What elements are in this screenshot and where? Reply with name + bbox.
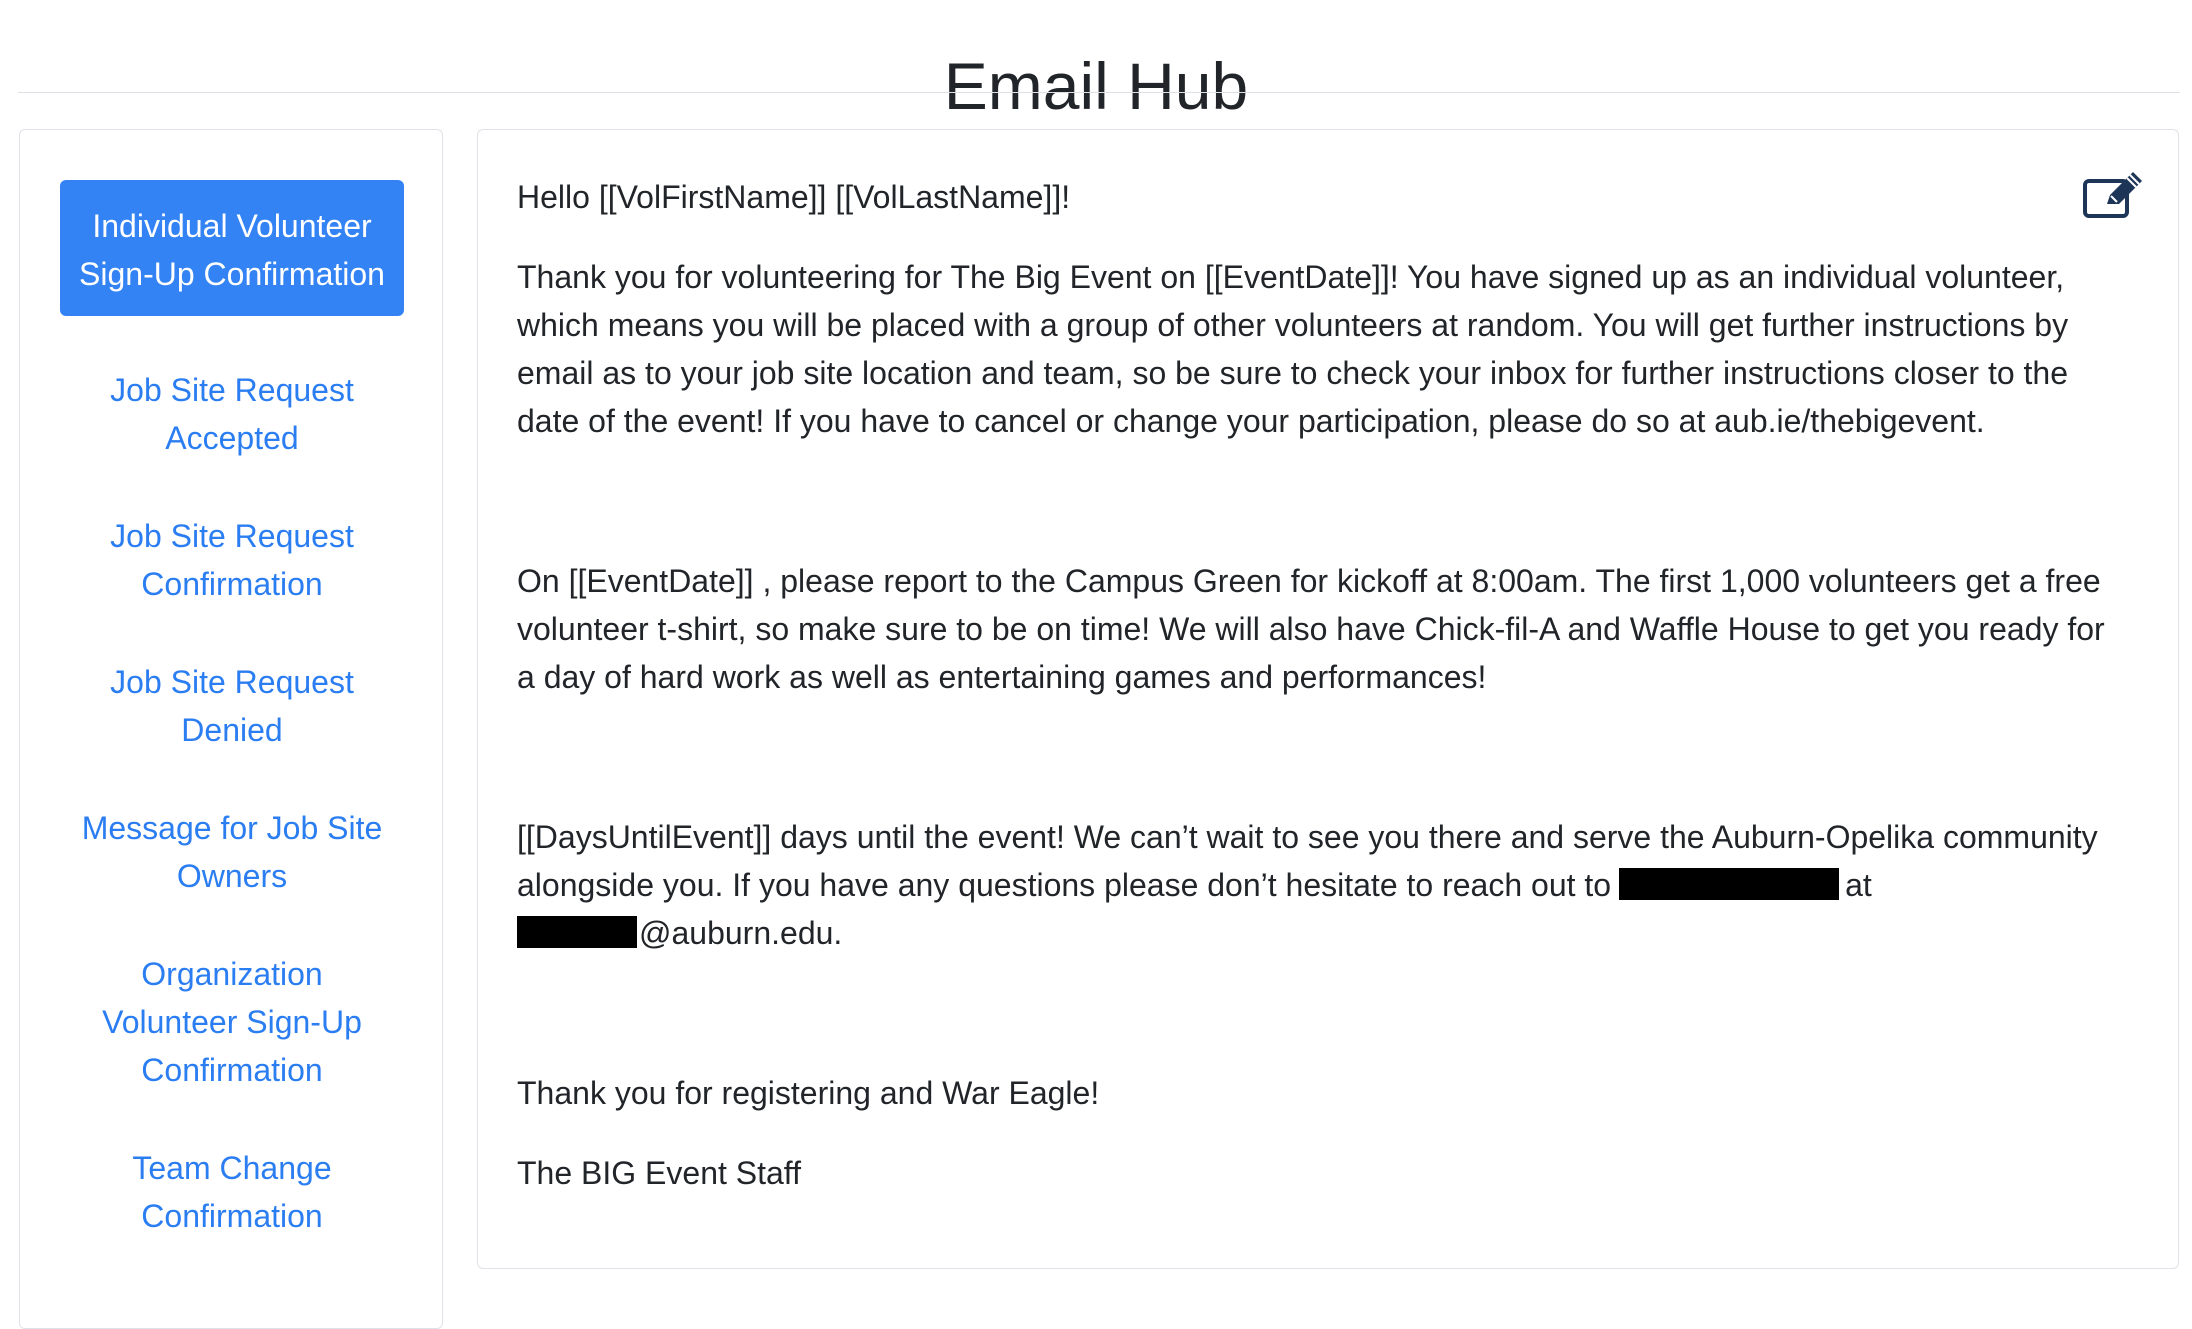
title-divider [18,92,2180,93]
page-title: Email Hub [943,49,1249,124]
email-signature: The BIG Event Staff [517,1155,801,1191]
email-thanks: Thank you for registering and War Eagle! [517,1075,1100,1111]
redacted-email-local-part [517,916,637,948]
template-sidebar: Individual Volunteer Sign-Up Confirmatio… [19,129,443,1329]
email-greeting: Hello [[VolFirstName]] [[VolLastName]]! [517,179,1071,215]
template-job-site-request-accepted[interactable]: Job Site Request Accepted [60,366,404,462]
email-preview-panel: Hello [[VolFirstName]] [[VolLastName]]! … [477,129,2179,1269]
redacted-name [1619,868,1840,900]
template-list: Individual Volunteer Sign-Up Confirmatio… [60,180,404,1290]
template-individual-volunteer-sign-up-confirmation[interactable]: Individual Volunteer Sign-Up Confirmatio… [60,180,404,316]
email-domain: @auburn.edu. [639,915,843,951]
template-organization-volunteer-sign-up-confirmation[interactable]: Organization Volunteer Sign-Up Confirmat… [60,950,404,1094]
template-message-for-job-site-owners[interactable]: Message for Job Site Owners [60,804,404,900]
email-paragraph-kickoff: On [[EventDate]] , please report to the … [517,563,2105,695]
email-paragraph-countdown: [[DaysUntilEvent]] days until the event!… [517,813,2117,957]
template-job-site-request-confirmation[interactable]: Job Site Request Confirmation [60,512,404,608]
email-body: Hello [[VolFirstName]] [[VolLastName]]! … [517,173,2117,1197]
email-paragraph-intro: Thank you for volunteering for The Big E… [517,259,2069,439]
countdown-at: at [1845,867,1872,903]
template-team-change-confirmation[interactable]: Team Change Confirmation [60,1144,404,1240]
template-job-site-request-denied[interactable]: Job Site Request Denied [60,658,404,754]
